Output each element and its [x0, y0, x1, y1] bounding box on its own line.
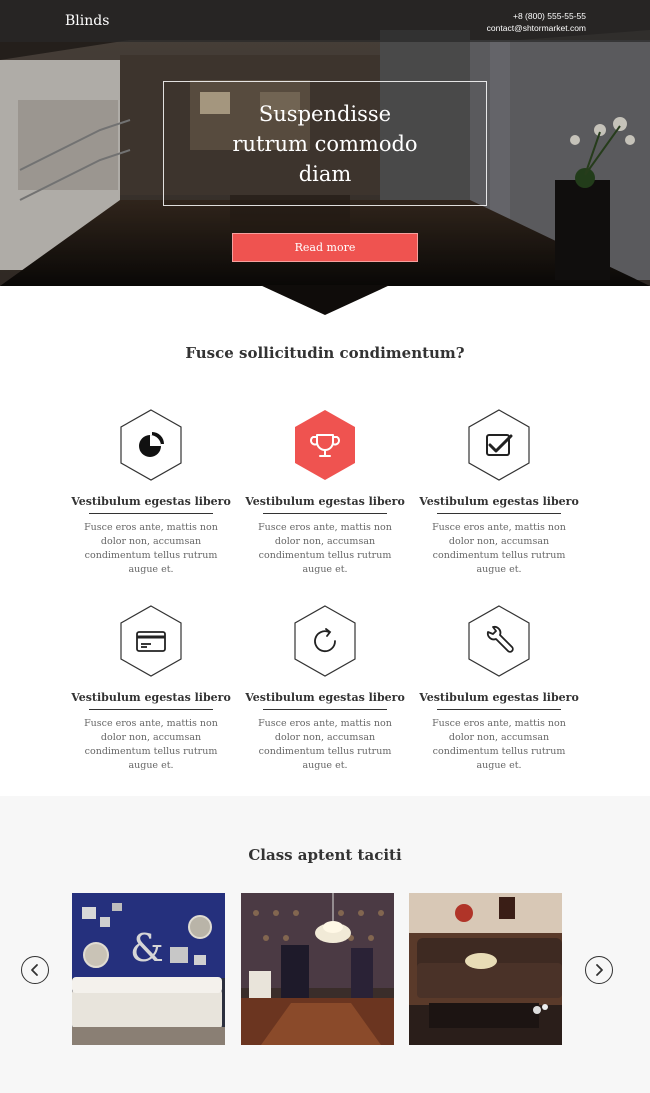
- hexagon-badge: [468, 605, 530, 677]
- feature-title: Vestibulum egestas libero: [71, 495, 231, 508]
- hero-section: Blinds +8 (800) 555-55-55 contact@shtorm…: [0, 0, 650, 286]
- gallery-section: Class aptent taciti &: [0, 796, 650, 1093]
- feature-description: Fusce eros ante, mattis non dolor non, a…: [432, 718, 566, 771]
- feature-title: Vestibulum egestas libero: [419, 495, 579, 508]
- feature-divider: [89, 513, 213, 514]
- hexagon-badge-highlighted: [295, 410, 355, 480]
- feature-card: Vestibulum egestas libero Fusce eros ant…: [412, 409, 586, 577]
- hexagon-badge: [120, 409, 182, 481]
- gallery-photo-living-room[interactable]: &: [72, 893, 225, 1045]
- gallery-photo-leather-sofa[interactable]: [409, 893, 562, 1045]
- site-logo[interactable]: Blinds: [65, 13, 109, 29]
- gallery-photo-chandelier-room[interactable]: [241, 893, 394, 1045]
- feature-divider: [263, 513, 387, 514]
- phone-number[interactable]: +8 (800) 555-55-55: [487, 10, 586, 22]
- carousel-prev-button[interactable]: [21, 956, 49, 984]
- feature-description: Fusce eros ante, mattis non dolor non, a…: [258, 718, 392, 771]
- hexagon-badge: [294, 605, 356, 677]
- feature-card: Vestibulum egestas libero Fusce eros ant…: [238, 409, 412, 577]
- contact-email[interactable]: contact@shtormarket.com: [487, 22, 586, 34]
- hero-title: Suspendisse rutrum commodo diam: [232, 101, 418, 186]
- feature-card: Vestibulum egestas libero Fusce eros ant…: [64, 605, 238, 773]
- hero-title-frame: Suspendisse rutrum commodo diam: [163, 81, 487, 206]
- hexagon-badge: [120, 605, 182, 677]
- hero-bottom-notch: [260, 285, 390, 315]
- feature-card: Vestibulum egestas libero Fusce eros ant…: [412, 605, 586, 773]
- feature-description: Fusce eros ante, mattis non dolor non, a…: [84, 522, 218, 575]
- gallery-heading: Class aptent taciti: [248, 846, 402, 864]
- feature-divider: [89, 709, 213, 710]
- feature-description: Fusce eros ante, mattis non dolor non, a…: [258, 522, 392, 575]
- feature-title: Vestibulum egestas libero: [245, 691, 405, 704]
- chevron-right-icon: [596, 964, 603, 976]
- feature-divider: [263, 709, 387, 710]
- feature-title: Vestibulum egestas libero: [419, 691, 579, 704]
- feature-card: Vestibulum egestas libero Fusce eros ant…: [238, 605, 412, 773]
- top-bar: Blinds +8 (800) 555-55-55 contact@shtorm…: [0, 0, 650, 42]
- feature-card: Vestibulum egestas libero Fusce eros ant…: [64, 409, 238, 577]
- carousel-next-button[interactable]: [585, 956, 613, 984]
- read-more-button[interactable]: Read more: [232, 233, 418, 262]
- feature-description: Fusce eros ante, mattis non dolor non, a…: [432, 522, 566, 575]
- feature-title: Vestibulum egestas libero: [71, 691, 231, 704]
- chevron-left-icon: [31, 964, 38, 976]
- svg-text:&: &: [130, 926, 164, 970]
- feature-divider: [437, 513, 561, 514]
- feature-description: Fusce eros ante, mattis non dolor non, a…: [84, 718, 218, 771]
- feature-title: Vestibulum egestas libero: [245, 495, 405, 508]
- contact-info: +8 (800) 555-55-55 contact@shtormarket.c…: [487, 10, 586, 34]
- hexagon-badge: [468, 409, 530, 481]
- features-heading: Fusce sollicitudin condimentum?: [185, 344, 465, 362]
- feature-divider: [437, 709, 561, 710]
